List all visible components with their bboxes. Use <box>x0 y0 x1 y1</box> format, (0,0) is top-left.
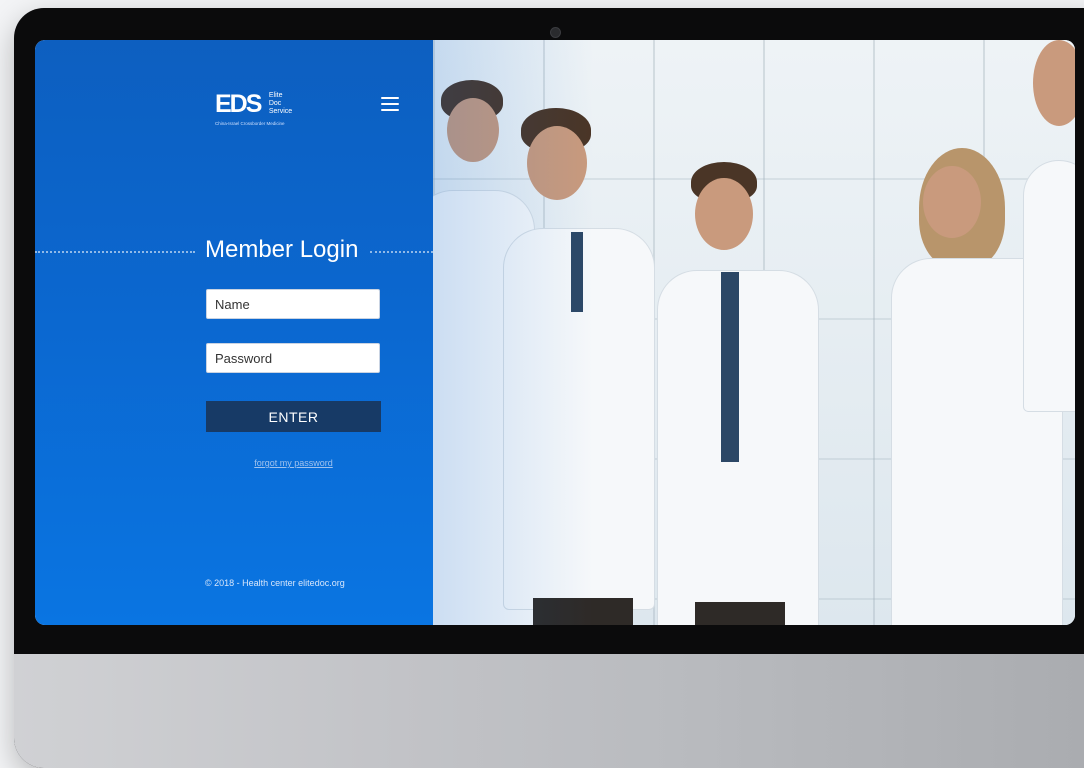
logo-tagline: China-Israel Crossborder Medicine <box>215 121 285 126</box>
blue-overlay <box>433 40 1075 625</box>
name-input[interactable] <box>206 289 380 319</box>
dotted-divider-left <box>35 251 195 253</box>
logo-word-3: Service <box>268 108 293 115</box>
page-title: Member Login <box>205 236 359 263</box>
password-input[interactable] <box>206 343 380 373</box>
webcam-icon <box>550 27 561 38</box>
title-row: Member Login <box>35 236 433 266</box>
dotted-divider-right <box>370 251 433 253</box>
monitor-chin <box>14 654 1084 768</box>
forgot-password-link[interactable]: forgot my password <box>206 458 381 468</box>
footer-copyright: © 2018 - Health center elitedoc.org <box>205 578 345 588</box>
logo-word-1: Elite <box>268 92 283 99</box>
logo-word-2: Doc <box>268 100 282 107</box>
login-panel: EDS Elite Doc Service China-Israel Cross… <box>35 40 433 625</box>
monitor-frame: EDS Elite Doc Service China-Israel Cross… <box>14 8 1084 768</box>
enter-button[interactable]: ENTER <box>206 401 381 432</box>
hero-photo <box>433 40 1075 625</box>
logo-words: Elite Doc Service <box>269 92 292 116</box>
logo-mark: EDS <box>215 90 262 118</box>
hamburger-menu-icon[interactable] <box>381 97 399 111</box>
screen: EDS Elite Doc Service China-Israel Cross… <box>35 40 1075 625</box>
brand-logo[interactable]: EDS Elite Doc Service China-Israel Cross… <box>215 90 292 126</box>
